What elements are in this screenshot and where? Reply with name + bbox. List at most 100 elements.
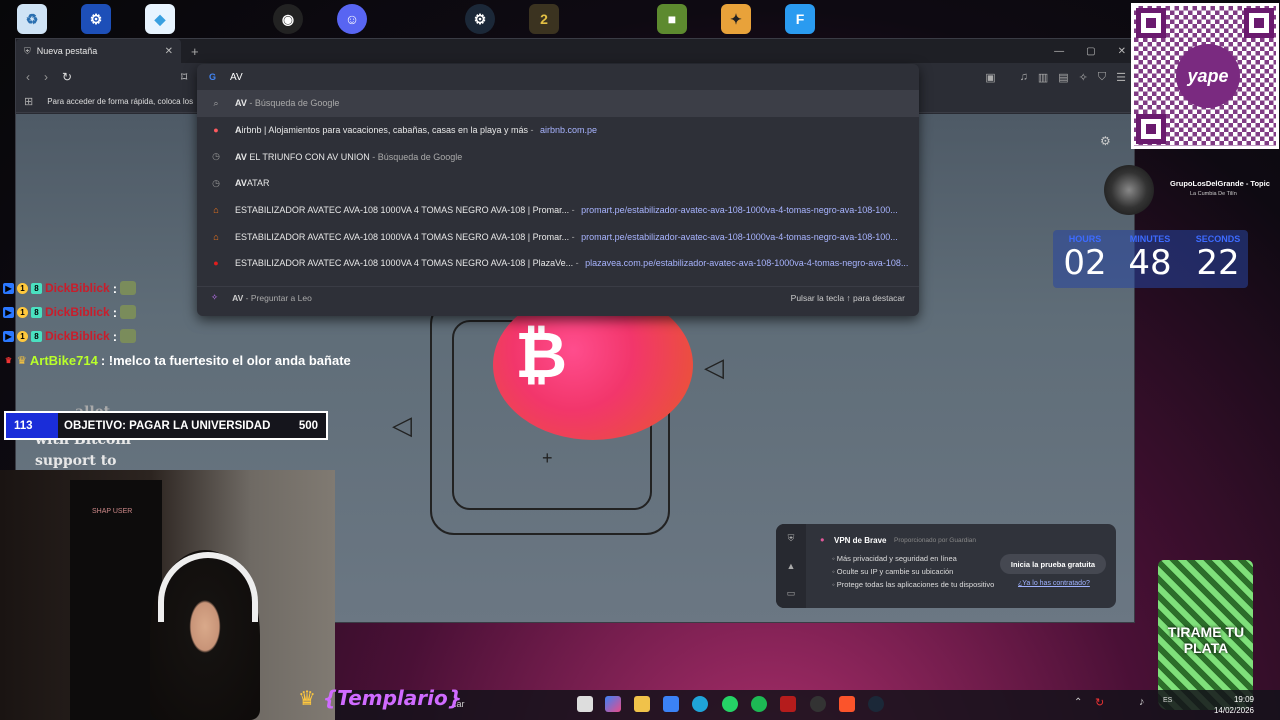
obs-icon[interactable]: ◉	[273, 4, 303, 34]
badge-icon: 1	[17, 330, 28, 342]
discord-icon[interactable]: ☺	[337, 4, 367, 34]
goal-label: OBJETIVO: PAGAR LA UNIVERSIDAD	[64, 419, 271, 432]
now-playing-widget: GrupoLosDelGrande - Topic La Cumbia De T…	[1100, 165, 1280, 215]
omnibox-input[interactable]: AV	[230, 72, 243, 83]
close-window-button[interactable]: ✕	[1118, 46, 1126, 57]
wallet-icon[interactable]: ▤	[1058, 71, 1068, 84]
leo-hint: Pulsar la tecla ↑ para destacar	[790, 292, 905, 303]
wallet-line: support to	[35, 453, 117, 469]
promart-icon: ⌂	[213, 205, 219, 216]
suggestion-url: promart.pe/estabilizador-avatec-ava-108-…	[581, 231, 898, 242]
wall-sign: SHAP USER	[92, 508, 133, 515]
suggestion-text: AV - Búsqueda de Google	[235, 98, 340, 109]
omnibox-suggestion[interactable]: ⌕ AV - Búsqueda de Google	[197, 90, 919, 117]
badge-icon: 8	[31, 330, 42, 342]
background-door	[70, 480, 162, 720]
file-explorer-icon[interactable]	[634, 696, 650, 712]
suggestion-url: airbnb.com.pe	[540, 125, 598, 136]
suggestion-text: Airbnb | Alojamientos para vacaciones, c…	[235, 125, 598, 136]
overlay-username: ♛ {Templario}	[298, 686, 462, 710]
minecraft-icon[interactable]: ■	[657, 4, 687, 34]
brave-taskbar-icon[interactable]	[839, 696, 855, 712]
suggestion-url: plazavea.com.pe/estabilizador-avatec-ava…	[585, 258, 909, 269]
mic-icon[interactable]: ♪	[1139, 696, 1145, 708]
recycle-bin-icon[interactable]: ♻	[17, 4, 47, 34]
badge-icon: 8	[31, 306, 42, 318]
warning-icon[interactable]: ▲	[787, 561, 796, 571]
badge-icon: ▶	[3, 282, 14, 294]
tab-close-icon[interactable]: ✕	[165, 46, 173, 57]
crown-icon: ♛	[298, 686, 316, 710]
tab-new[interactable]: ⛨ Nueva pestaña ✕	[16, 39, 181, 63]
task-view-icon[interactable]	[577, 696, 593, 712]
vpn-feature: Más privacidad y seguridad en línea	[832, 554, 957, 563]
whatsapp-icon[interactable]	[722, 696, 738, 712]
widget-switcher: ⛨ ▲ ▭	[776, 524, 806, 608]
vpn-feature: Protege todas las aplicaciones de tu dis…	[832, 580, 995, 589]
language-indicator[interactable]: ES	[1163, 696, 1172, 705]
hours-value: 02	[1063, 243, 1107, 283]
omnibox-suggestion[interactable]: ● Airbnb | Alojamientos para vacaciones, …	[197, 117, 919, 144]
system-clock[interactable]: 19:09 14/02/2026	[1214, 694, 1254, 716]
fortnite-icon[interactable]: F	[785, 4, 815, 34]
screenshot-icon[interactable]: ▣	[985, 71, 995, 84]
apps-grid-icon[interactable]: ⊞	[24, 95, 33, 108]
pepe-emote-icon	[120, 281, 137, 295]
menu-icon[interactable]: ☰	[1116, 71, 1126, 84]
countdown-timer: HOURS 02 MINUTES 48 SECONDS 22	[1053, 230, 1248, 288]
omnibox-input-row[interactable]: G AV	[197, 64, 919, 90]
pepe-emote-icon	[120, 329, 137, 343]
badge-icon: 8	[31, 282, 42, 294]
chat-separator: :	[112, 280, 118, 296]
obs-taskbar-icon[interactable]	[810, 696, 826, 712]
new-tab-button[interactable]: +	[191, 44, 199, 59]
app-icon-cube[interactable]: ◆	[145, 4, 175, 34]
window-controls: — ▢ ✕	[1054, 39, 1126, 63]
goal-target: 500	[298, 419, 318, 432]
omnibox-suggestion[interactable]: ◷ AV EL TRIUNFO CON AV UNION - Búsqueda d…	[197, 143, 919, 170]
forward-icon[interactable]: ›	[44, 70, 48, 84]
card-icon[interactable]: ▭	[787, 588, 796, 599]
omnibox-suggestion[interactable]: ● ESTABILIZADOR AVATEC AVA-108 1000VA 4 T…	[197, 250, 919, 277]
back-icon[interactable]: ‹	[26, 70, 30, 84]
bookmark-icon[interactable]: ⌑	[181, 70, 187, 84]
spotify-icon[interactable]	[751, 696, 767, 712]
steam-taskbar-icon[interactable]	[868, 696, 884, 712]
vpn-icon[interactable]: ⛉	[1098, 71, 1106, 84]
sync-icon[interactable]: ↻	[1095, 696, 1104, 709]
edge-icon[interactable]	[692, 696, 708, 712]
yape-qr-code: yape	[1131, 3, 1279, 149]
plus-decoration: +	[542, 448, 553, 468]
stream-chat: ▶ 1 8 DickBiblick : ▶ 1 8 DickBiblick : …	[0, 276, 360, 372]
vpn-trial-button[interactable]: Inicia la prueba gratuita	[1000, 554, 1106, 574]
song-artist: GrupoLosDelGrande - Topic	[1170, 179, 1270, 188]
vpn-already-link[interactable]: ¿Ya lo has contratado?	[1018, 580, 1090, 587]
chat-message: ▶ 1 8 DickBiblick :	[0, 300, 360, 324]
badge-icon: ▶	[3, 306, 14, 318]
reload-icon[interactable]: ↻	[62, 70, 72, 84]
templario-name: {Templario}	[322, 686, 462, 710]
tab-title: Nueva pestaña	[36, 46, 98, 56]
store-icon[interactable]	[663, 696, 679, 712]
sidebar-icon[interactable]: ▥	[1038, 71, 1048, 84]
app-icon-red[interactable]	[780, 696, 796, 712]
copilot-icon[interactable]	[605, 696, 621, 712]
webcam-overlay: SHAP USER	[0, 470, 335, 720]
tip-cup-text: TIRAME TU PLATA	[1167, 624, 1245, 656]
counter-strike-icon[interactable]: ✦	[721, 4, 751, 34]
app-icon-blue[interactable]: ⚙	[81, 4, 111, 34]
steam-icon[interactable]: ⚙	[465, 4, 495, 34]
game-icon[interactable]: 2	[529, 4, 559, 34]
leo-icon[interactable]: ✧	[1079, 71, 1088, 84]
music-icon[interactable]: ♫	[1020, 71, 1028, 83]
triangle-decoration: ◁	[392, 410, 412, 440]
omnibox-suggestion[interactable]: ◷ AVATAR	[197, 170, 919, 197]
customize-gear-icon[interactable]: ⚙	[1100, 134, 1111, 148]
omnibox-suggestion[interactable]: ⌂ ESTABILIZADOR AVATEC AVA-108 1000VA 4 T…	[197, 223, 919, 250]
history-icon: ◷	[212, 151, 220, 162]
maximize-button[interactable]: ▢	[1086, 46, 1095, 57]
omnibox-suggestion[interactable]: ⌂ ESTABILIZADOR AVATEC AVA-108 1000VA 4 T…	[197, 197, 919, 224]
minimize-button[interactable]: —	[1054, 46, 1064, 57]
vpn-shield-icon[interactable]: ⛨	[788, 533, 795, 544]
tray-chevron-icon[interactable]: ⌃	[1074, 697, 1082, 708]
